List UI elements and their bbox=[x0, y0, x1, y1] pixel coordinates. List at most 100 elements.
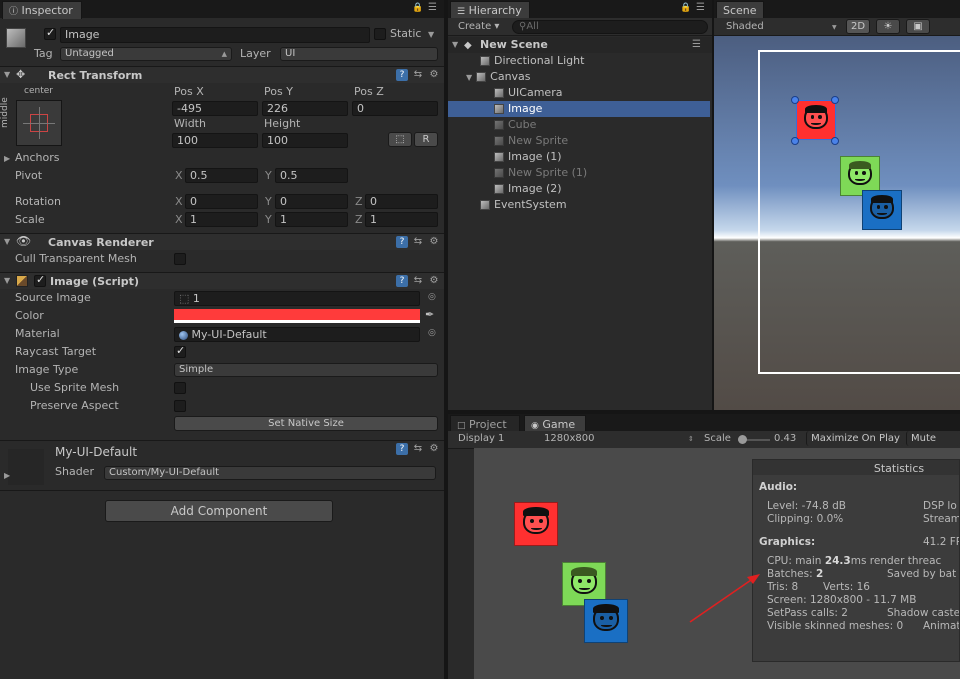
height-field[interactable]: 100 bbox=[262, 133, 348, 148]
handle-dot-icon[interactable] bbox=[791, 96, 799, 104]
handle-dot-icon[interactable] bbox=[791, 137, 799, 145]
handle-dot-icon[interactable] bbox=[831, 137, 839, 145]
hierarchy-item-selected[interactable]: Image bbox=[448, 101, 710, 117]
preset-icon[interactable]: ⇆ bbox=[412, 443, 424, 455]
scene-viewport[interactable] bbox=[714, 36, 960, 410]
anchor-preset-button[interactable] bbox=[16, 100, 62, 146]
scene-sprite-red[interactable] bbox=[796, 100, 836, 140]
rotation-y-field[interactable]: 0 bbox=[275, 194, 348, 209]
rotation-z-field[interactable]: 0 bbox=[365, 194, 438, 209]
object-picker-icon[interactable]: ◎ bbox=[428, 292, 436, 302]
preset-icon[interactable]: ⇆ bbox=[412, 236, 424, 248]
hierarchy-search-input[interactable]: ⚲All bbox=[512, 20, 708, 34]
cull-checkbox[interactable] bbox=[174, 253, 186, 265]
hierarchy-item[interactable]: Image (2) bbox=[448, 181, 710, 197]
hierarchy-item[interactable]: ▼ Canvas bbox=[448, 69, 710, 85]
hierarchy-item[interactable]: Image (1) bbox=[448, 149, 710, 165]
set-native-size-button[interactable]: Set Native Size bbox=[174, 416, 438, 431]
hierarchy-item[interactable]: New Sprite (1) bbox=[448, 165, 710, 181]
scene-root-row[interactable]: ▼ ◆ New Scene ☰ bbox=[448, 37, 712, 53]
preserve-aspect-checkbox[interactable] bbox=[174, 400, 186, 412]
static-checkbox[interactable] bbox=[374, 28, 386, 40]
object-name-field[interactable]: Image bbox=[60, 27, 370, 43]
foldout-icon[interactable]: ▼ bbox=[466, 73, 472, 82]
add-component-button[interactable]: Add Component bbox=[105, 500, 333, 522]
resolution-dropdown-arrow-icon[interactable]: ⇕ bbox=[688, 435, 694, 443]
panel-menu-icon[interactable]: ☰ bbox=[696, 2, 705, 13]
handle-dot-icon[interactable] bbox=[831, 96, 839, 104]
hierarchy-item[interactable]: Cube bbox=[448, 117, 710, 133]
canvas-renderer-header[interactable]: ▼ 👁 Canvas Renderer ? ⇆ ⚙ bbox=[0, 233, 444, 250]
maximize-on-play-button[interactable]: Maximize On Play bbox=[806, 431, 904, 446]
raycast-checkbox[interactable] bbox=[174, 344, 186, 358]
display-dropdown[interactable]: Display 1 bbox=[458, 433, 504, 444]
panel-menu-icon[interactable]: ☰ bbox=[428, 2, 437, 13]
scale-z-field[interactable]: 1 bbox=[365, 212, 438, 227]
tab-hierarchy[interactable]: ☰ Hierarchy bbox=[450, 1, 530, 19]
hierarchy-item[interactable]: UICamera bbox=[448, 85, 710, 101]
anchors-label[interactable]: Anchors bbox=[15, 151, 60, 164]
scale-y-field[interactable]: 1 bbox=[275, 212, 348, 227]
mute-audio-button[interactable]: Mute Audi bbox=[906, 431, 960, 460]
pivot-x-field[interactable]: 0.5 bbox=[185, 168, 258, 183]
lock-icon[interactable]: 🔒 bbox=[680, 3, 691, 13]
resolution-dropdown[interactable]: 1280x800 bbox=[544, 433, 594, 444]
image-script-header[interactable]: ▼ Image (Script) ?⇆⚙ bbox=[0, 272, 444, 289]
scale-slider-thumb[interactable] bbox=[738, 435, 747, 444]
foldout-icon[interactable]: ▼ bbox=[4, 70, 10, 79]
foldout-icon[interactable]: ▼ bbox=[4, 276, 10, 285]
lighting-toggle-icon[interactable]: ☀ bbox=[876, 19, 900, 34]
raw-edit-button[interactable]: R bbox=[414, 132, 438, 147]
scene-sprite-blue[interactable] bbox=[862, 190, 902, 230]
tab-inspector[interactable]: ⓘ Inspector bbox=[2, 1, 82, 19]
scene-menu-icon[interactable]: ☰ bbox=[692, 37, 701, 53]
foldout-icon[interactable]: ▼ bbox=[4, 237, 10, 246]
help-icon[interactable]: ? bbox=[396, 275, 408, 287]
rotation-x-field[interactable]: 0 bbox=[185, 194, 258, 209]
source-image-field[interactable]: ⬚ 1 bbox=[174, 291, 420, 306]
material-foldout-icon[interactable]: ▶ bbox=[4, 471, 10, 480]
help-icon[interactable]: ? bbox=[396, 236, 408, 248]
pos-x-field[interactable]: -495 bbox=[172, 101, 258, 116]
pos-z-field[interactable]: 0 bbox=[352, 101, 438, 116]
image-enabled-checkbox[interactable] bbox=[34, 273, 46, 287]
audio-toggle-icon[interactable]: ▣ bbox=[906, 19, 930, 34]
hierarchy-item[interactable]: Directional Light bbox=[448, 53, 710, 69]
gear-icon[interactable]: ⚙ bbox=[428, 236, 440, 248]
foldout-icon[interactable]: ▼ bbox=[452, 37, 458, 53]
image-type-dropdown[interactable]: Simple bbox=[174, 363, 438, 377]
preset-icon[interactable]: ⇆ bbox=[412, 69, 424, 81]
use-sprite-mesh-checkbox[interactable] bbox=[174, 382, 186, 394]
rect-transform-header[interactable]: ▼ ✥ Rect Transform ? ⇆ ⚙ bbox=[0, 66, 444, 83]
shader-dropdown[interactable]: Custom/My-UI-Default bbox=[104, 466, 436, 480]
scale-x-field[interactable]: 1 bbox=[185, 212, 258, 227]
game-viewport[interactable]: Statistics Audio: Level: -74.8 dB DSP lo… bbox=[474, 448, 960, 679]
object-picker-icon[interactable]: ◎ bbox=[428, 328, 436, 338]
hierarchy-item[interactable]: New Sprite bbox=[448, 133, 710, 149]
tab-scene[interactable]: Scene bbox=[716, 1, 764, 19]
lock-icon[interactable]: 🔒 bbox=[412, 3, 423, 13]
gear-icon[interactable]: ⚙ bbox=[428, 69, 440, 81]
preset-icon[interactable]: ⇆ bbox=[412, 275, 424, 287]
shading-dropdown-arrow-icon[interactable]: ▼ bbox=[832, 24, 837, 31]
help-icon[interactable]: ? bbox=[396, 443, 408, 455]
color-field[interactable] bbox=[174, 309, 420, 323]
eyedropper-icon[interactable]: ✒ bbox=[425, 308, 434, 321]
gear-icon[interactable]: ⚙ bbox=[428, 443, 440, 455]
mode-2d-button[interactable]: 2D bbox=[846, 19, 870, 34]
anchors-foldout-icon[interactable]: ▶ bbox=[4, 154, 10, 163]
create-menu[interactable]: Create ▾ bbox=[458, 21, 499, 32]
material-field[interactable]: My-UI-Default bbox=[174, 327, 420, 342]
tag-dropdown[interactable]: Untagged ▲ bbox=[60, 47, 232, 61]
scale-slider[interactable] bbox=[738, 435, 770, 444]
width-field[interactable]: 100 bbox=[172, 133, 258, 148]
pivot-y-field[interactable]: 0.5 bbox=[275, 168, 348, 183]
pos-y-field[interactable]: 226 bbox=[262, 101, 348, 116]
hierarchy-item[interactable]: EventSystem bbox=[448, 197, 710, 213]
static-dropdown-icon[interactable]: ▼ bbox=[428, 30, 434, 39]
gear-icon[interactable]: ⚙ bbox=[428, 275, 440, 287]
active-checkbox[interactable] bbox=[44, 26, 56, 40]
help-icon[interactable]: ? bbox=[396, 69, 408, 81]
shading-dropdown[interactable]: Shaded bbox=[726, 21, 764, 32]
layer-dropdown[interactable]: UI bbox=[280, 47, 438, 61]
